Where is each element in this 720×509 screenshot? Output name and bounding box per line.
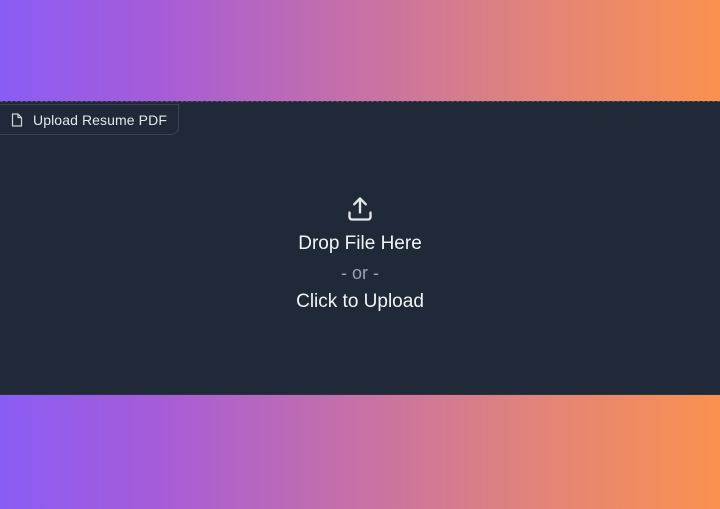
drop-file-text: Drop File Here bbox=[298, 233, 422, 254]
file-icon bbox=[10, 112, 23, 127]
file-drop-zone[interactable]: Drop File Here - or - Click to Upload bbox=[0, 102, 720, 396]
upload-icon bbox=[345, 194, 375, 224]
click-to-upload-text[interactable]: Click to Upload bbox=[296, 290, 424, 314]
file-upload-panel[interactable]: Drop File Here - or - Click to Upload Up… bbox=[0, 101, 720, 395]
or-separator-text: - or - bbox=[341, 263, 379, 283]
upload-label: Upload Resume PDF bbox=[33, 111, 167, 128]
upload-label-tab: Upload Resume PDF bbox=[0, 104, 179, 135]
